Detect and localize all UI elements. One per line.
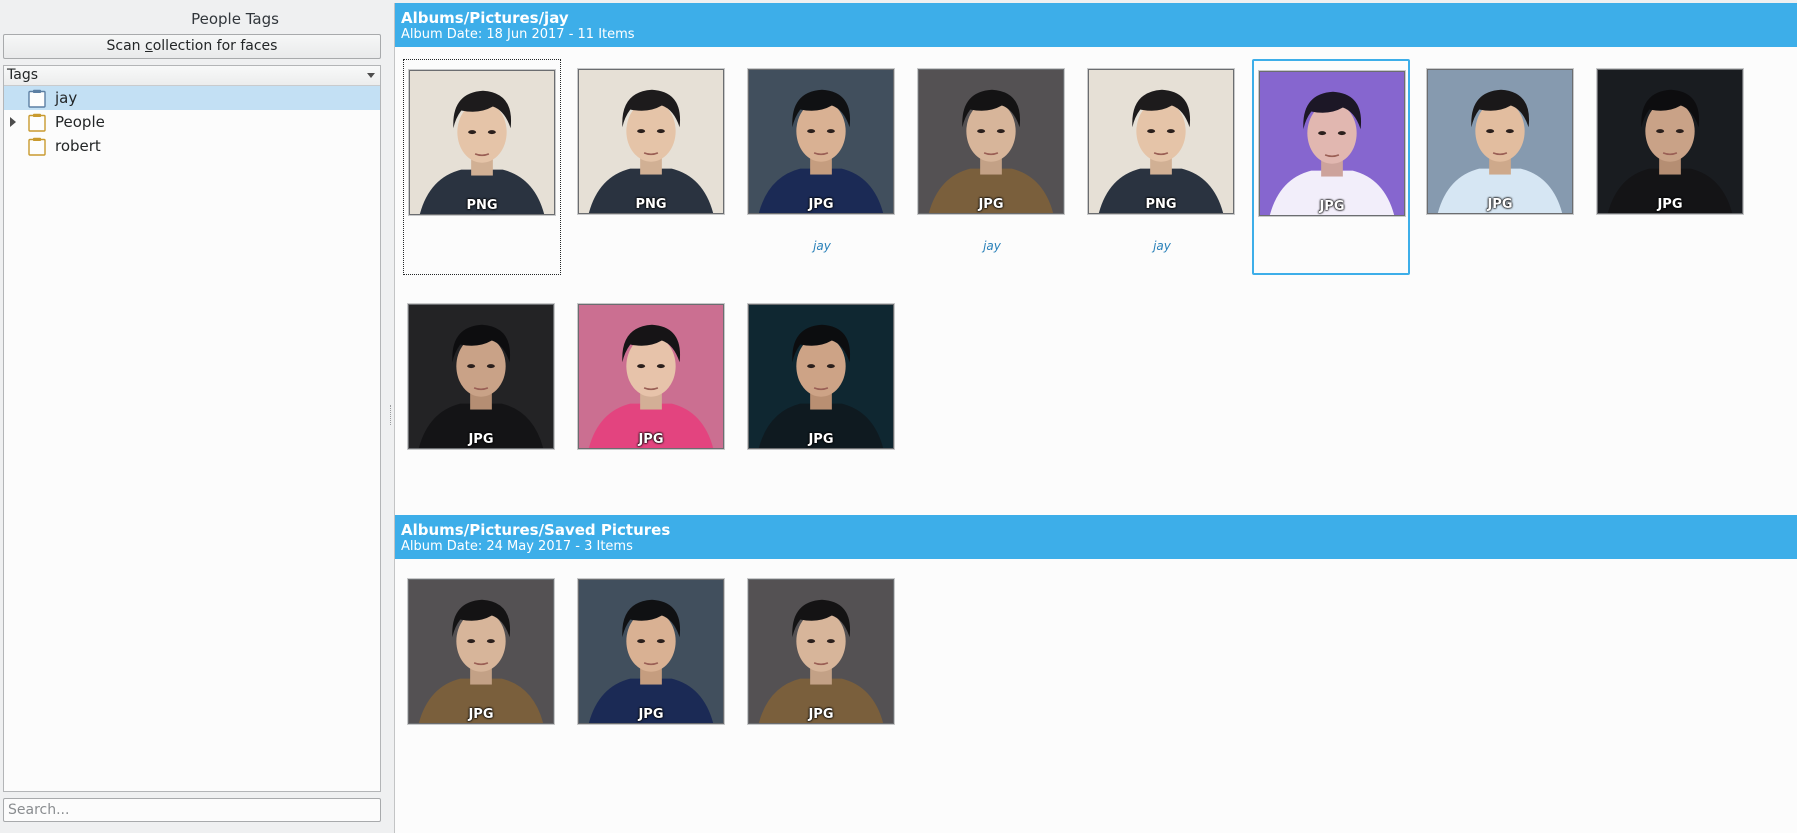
photo-thumbnail[interactable]: JPG <box>748 69 894 214</box>
photo-thumbnail-cell[interactable]: JPG jay <box>743 59 901 275</box>
splitter-handle[interactable] <box>390 405 392 425</box>
tag-label: People <box>55 113 105 131</box>
tree-header-label: Tags <box>7 67 38 83</box>
format-badge: JPG <box>1319 199 1345 214</box>
photo-thumbnail[interactable]: JPG <box>1259 71 1405 216</box>
photo-thumbnail-cell[interactable]: JPG <box>1252 59 1410 275</box>
tag-label: jay <box>55 89 78 107</box>
album-header[interactable]: Albums/Pictures/jay Album Date: 18 Jun 20… <box>395 3 1797 47</box>
format-badge: JPG <box>638 707 664 722</box>
photo-thumbnail[interactable]: JPG <box>918 69 1064 214</box>
photo-thumbnail[interactable]: PNG <box>1088 69 1234 214</box>
search-input[interactable] <box>3 798 381 822</box>
scan-collection-button[interactable]: Scan collection for faces <box>3 34 381 59</box>
photo-thumbnail-cell[interactable]: JPG <box>743 569 901 785</box>
photo-thumbnail[interactable]: JPG <box>408 579 554 724</box>
photo-thumbnail-cell[interactable]: JPG <box>403 569 561 785</box>
format-badge: PNG <box>466 198 498 213</box>
photo-thumbnail[interactable]: JPG <box>408 304 554 449</box>
photo-thumbnail-cell[interactable]: JPG <box>1422 59 1580 275</box>
face-tag-label[interactable]: jay <box>1083 239 1241 253</box>
format-badge: JPG <box>468 707 494 722</box>
photo-thumbnail-cell[interactable]: JPG <box>743 294 901 510</box>
tag-label: robert <box>55 137 101 155</box>
photo-thumbnail[interactable]: JPG <box>748 579 894 724</box>
photo-thumbnail[interactable]: PNG <box>409 70 555 215</box>
photo-thumbnail-cell[interactable]: JPG <box>403 294 561 510</box>
photo-thumbnail[interactable]: JPG <box>1597 69 1743 214</box>
tag-item-people[interactable]: People <box>4 110 380 134</box>
format-badge: JPG <box>808 432 834 447</box>
tree-header[interactable]: Tags <box>4 66 380 86</box>
photo-thumbnail-cell[interactable]: JPG <box>573 569 731 785</box>
format-badge: JPG <box>1487 197 1513 212</box>
tag-item-jay[interactable]: jay <box>4 86 380 110</box>
photo-thumbnail[interactable]: JPG <box>578 304 724 449</box>
album-title: Albums/Pictures/jay <box>401 9 569 27</box>
album-header[interactable]: Albums/Pictures/Saved Pictures Album Date… <box>395 515 1797 559</box>
format-badge: JPG <box>468 432 494 447</box>
scan-label-after: ollection for faces <box>152 38 278 54</box>
photo-thumbnail-cell[interactable]: JPG jay <box>913 59 1071 275</box>
format-badge: JPG <box>1657 197 1683 212</box>
album-subtitle: Album Date: 24 May 2017 - 3 Items <box>401 539 633 554</box>
expand-arrow-icon[interactable] <box>10 117 16 127</box>
face-tag-label[interactable]: jay <box>743 239 901 253</box>
photo-thumbnail-cell[interactable]: JPG <box>573 294 731 510</box>
photo-thumbnail[interactable]: JPG <box>1427 69 1573 214</box>
tag-icon <box>28 89 46 108</box>
photo-thumbnail-cell[interactable]: PNG <box>573 59 731 275</box>
face-tag-label[interactable]: jay <box>913 239 1071 253</box>
format-badge: PNG <box>635 197 667 212</box>
album-subtitle: Album Date: 18 Jun 2017 - 11 Items <box>401 27 635 42</box>
format-badge: PNG <box>1145 197 1177 212</box>
scan-label-mnemonic: c <box>145 38 153 54</box>
tag-tree[interactable]: Tags jay People robert <box>3 65 381 792</box>
tree-rows: jay People robert <box>4 86 380 158</box>
album-title: Albums/Pictures/Saved Pictures <box>401 521 671 539</box>
sort-arrow-icon[interactable] <box>367 73 375 78</box>
people-tags-panel: People Tags Scan collection for faces Ta… <box>0 0 382 833</box>
photo-thumbnail-cell[interactable]: JPG <box>1592 59 1750 275</box>
photo-thumbnail[interactable]: JPG <box>578 579 724 724</box>
scan-label-before: Scan <box>106 38 146 54</box>
tag-icon <box>28 113 46 132</box>
photo-thumbnail[interactable]: PNG <box>578 69 724 214</box>
tag-item-robert[interactable]: robert <box>4 134 380 158</box>
format-badge: JPG <box>808 197 834 212</box>
format-badge: JPG <box>638 432 664 447</box>
photo-thumbnail-cell[interactable]: PNG <box>403 59 561 275</box>
photo-thumbnail-cell[interactable]: PNG jay <box>1083 59 1241 275</box>
format-badge: JPG <box>978 197 1004 212</box>
format-badge: JPG <box>808 707 834 722</box>
album-icon-view[interactable]: Albums/Pictures/jay Album Date: 18 Jun 20… <box>394 3 1797 833</box>
tag-icon <box>28 137 46 156</box>
photo-thumbnail[interactable]: JPG <box>748 304 894 449</box>
